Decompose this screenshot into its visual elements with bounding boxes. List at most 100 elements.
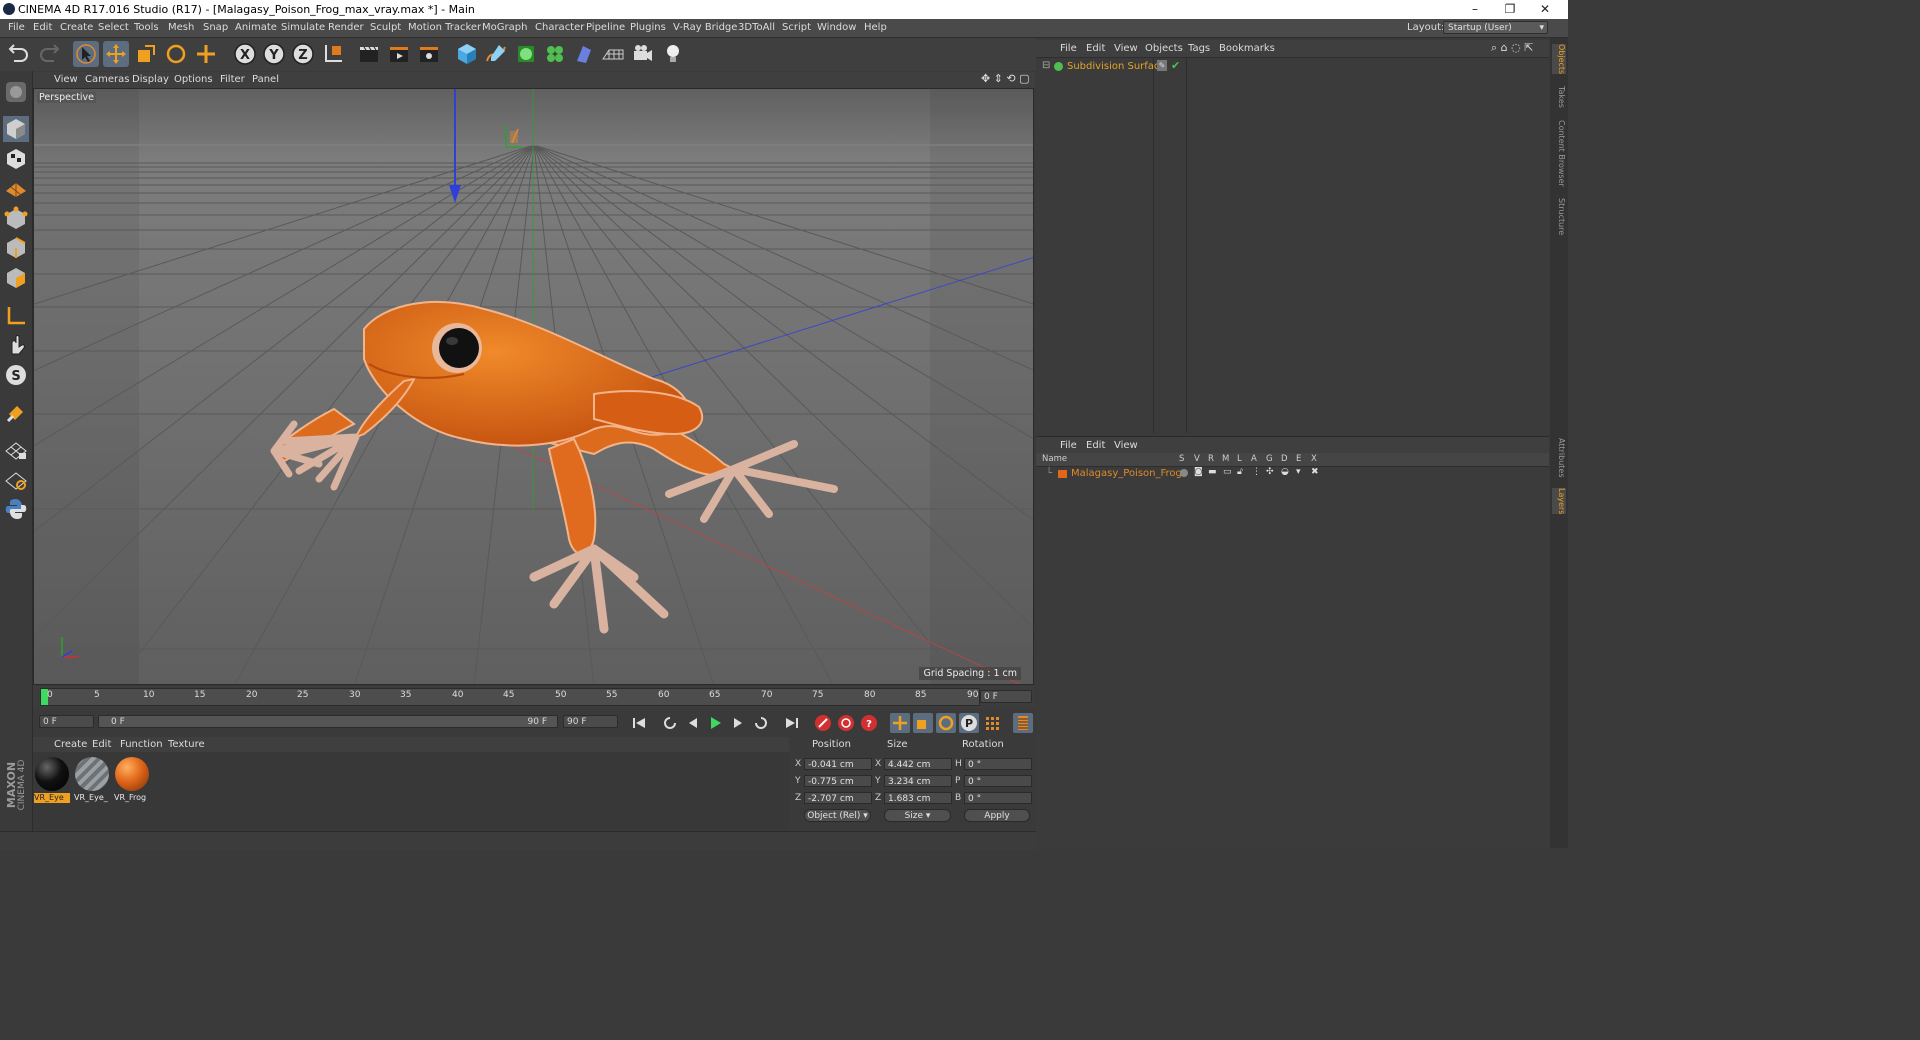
menu-character[interactable]: Character	[535, 22, 584, 33]
size-z-field[interactable]: 1.683 cm	[884, 792, 952, 804]
cloner-button[interactable]	[542, 41, 568, 67]
generator-icon[interactable]: ✣	[1266, 467, 1274, 477]
column-visible[interactable]: V	[1194, 454, 1200, 464]
subdivision-surface-button[interactable]	[513, 41, 539, 67]
column-name[interactable]: Name	[1042, 454, 1067, 464]
timeline-window-button[interactable]	[1013, 713, 1033, 733]
close-button[interactable]: ✕	[1522, 0, 1568, 19]
column-solo[interactable]: S	[1179, 454, 1184, 464]
column-xref[interactable]: X	[1311, 454, 1317, 464]
light-object-button[interactable]	[660, 41, 686, 67]
menu-script[interactable]: Script	[782, 22, 811, 33]
menu-3dtoall[interactable]: 3DToAll	[738, 22, 775, 33]
material-swatch-vr-frog[interactable]: VR_Frog	[114, 756, 150, 804]
perspective-viewport[interactable]: Perspective Grid Spacing : 1 cm	[33, 88, 1034, 685]
workplane-mode-button[interactable]	[3, 175, 29, 201]
size-mode-dropdown[interactable]: Size ▾	[884, 809, 951, 822]
column-manager[interactable]: M	[1222, 454, 1229, 464]
render-settings-button[interactable]	[416, 41, 442, 67]
viewport-menu-view[interactable]: View	[54, 74, 78, 85]
apply-button[interactable]: Apply	[964, 809, 1030, 822]
tab-takes[interactable]: Takes	[1552, 86, 1566, 108]
previous-key-button[interactable]	[660, 713, 680, 733]
menu-mograph[interactable]: MoGraph	[482, 22, 527, 33]
material-swatch-vr-eye[interactable]: VR_Eye	[34, 756, 70, 804]
material-menu-edit[interactable]: Edit	[92, 739, 111, 750]
deformer-icon[interactable]: ◒	[1281, 467, 1289, 477]
object-menu-objects[interactable]: Objects	[1145, 43, 1183, 54]
position-x-field[interactable]: -0.041 cm	[804, 758, 872, 770]
menu-simulate[interactable]: Simulate	[281, 22, 325, 33]
layer-row-malagasy-poison-frog[interactable]: └ Malagasy_Poison_Frog ◙ ▬ ▭ 🔓︎ ⋮ ✣ ◒ ▾ …	[1036, 467, 1549, 481]
edges-mode-button[interactable]	[3, 235, 29, 261]
model-mode-button[interactable]	[3, 116, 29, 142]
timeline-track[interactable]: 0 5 10 15 20 25 30 35 40 45 50 55 60 65 …	[40, 688, 980, 706]
previous-frame-button[interactable]	[683, 713, 703, 733]
menu-select[interactable]: Select	[98, 22, 129, 33]
object-menu-edit[interactable]: Edit	[1086, 43, 1105, 54]
tab-objects[interactable]: Objects	[1552, 44, 1566, 75]
current-frame-field[interactable]: 0 F	[980, 690, 1032, 703]
expand-icon[interactable]: ⊟	[1042, 60, 1050, 71]
menu-motion-tracker[interactable]: Motion Tracker	[408, 22, 481, 33]
layer-color-swatch[interactable]	[1058, 470, 1067, 478]
rotation-b-field[interactable]: 0 °	[964, 792, 1032, 804]
undo-button[interactable]	[6, 41, 32, 67]
render-picture-viewer-button[interactable]	[386, 41, 412, 67]
object-menu-file[interactable]: File	[1060, 43, 1077, 54]
layout-dropdown[interactable]: Startup (User) ▾	[1443, 21, 1548, 34]
record-active-objects-button[interactable]	[813, 713, 833, 733]
magnet-tool-button[interactable]	[3, 400, 29, 426]
tweak-mode-button[interactable]	[3, 332, 29, 358]
cube-object-button[interactable]	[454, 41, 480, 67]
next-frame-button[interactable]	[728, 713, 748, 733]
viewport-menu-display[interactable]: Display	[132, 74, 169, 85]
points-mode-button[interactable]	[3, 206, 29, 232]
live-selection-tool[interactable]	[73, 41, 99, 67]
tab-attributes[interactable]: Attributes	[1552, 438, 1566, 478]
menu-snap[interactable]: Snap	[203, 22, 228, 33]
snap-toggle-button[interactable]: S	[3, 362, 29, 388]
animation-icon[interactable]: ⋮	[1252, 467, 1261, 477]
viewport-menu-filter[interactable]: Filter	[220, 74, 245, 85]
enabled-checkmark-icon[interactable]: ✔	[1171, 59, 1180, 72]
autokeying-button[interactable]	[836, 713, 856, 733]
transform-tool[interactable]	[193, 41, 219, 67]
object-menu-bookmarks[interactable]: Bookmarks	[1219, 43, 1275, 54]
scale-tool[interactable]	[133, 41, 159, 67]
x-axis-lock[interactable]: X	[232, 41, 258, 67]
tab-layers[interactable]: Layers	[1552, 488, 1566, 515]
column-deformers[interactable]: D	[1281, 454, 1288, 464]
menu-vray-bridge[interactable]: V-Ray Bridge	[673, 22, 737, 33]
column-render[interactable]: R	[1208, 454, 1214, 464]
python-script-button[interactable]	[3, 496, 29, 522]
expression-icon[interactable]: ▾	[1296, 467, 1301, 477]
menu-edit[interactable]: Edit	[33, 22, 52, 33]
play-button[interactable]	[705, 713, 725, 733]
spline-pen-button[interactable]	[483, 41, 509, 67]
layer-menu-edit[interactable]: Edit	[1086, 440, 1105, 451]
axis-mode-button[interactable]	[3, 303, 29, 329]
camera-object-button[interactable]	[630, 41, 656, 67]
layer-menu-view[interactable]: View	[1114, 440, 1138, 451]
menu-window[interactable]: Window	[817, 22, 856, 33]
record-scale-button[interactable]	[913, 713, 933, 733]
y-axis-lock[interactable]: Y	[261, 41, 287, 67]
record-parameter-button[interactable]: P	[959, 713, 979, 733]
size-y-field[interactable]: 3.234 cm	[884, 775, 952, 787]
go-to-end-button[interactable]	[782, 713, 802, 733]
viewport-menu-panel[interactable]: Panel	[252, 74, 279, 85]
floor-object-button[interactable]	[600, 41, 626, 67]
material-menu-create[interactable]: Create	[54, 739, 87, 750]
render-clapper-icon[interactable]: ▬	[1208, 467, 1217, 477]
deformer-button[interactable]	[571, 41, 597, 67]
visible-eye-icon[interactable]: ◙	[1194, 467, 1203, 477]
z-axis-lock[interactable]: Z	[290, 41, 316, 67]
rotation-h-field[interactable]: 0 °	[964, 758, 1032, 770]
material-menu-function[interactable]: Function	[120, 739, 163, 750]
timeline-ruler[interactable]: 0 5 10 15 20 25 30 35 40 45 50 55 60 65 …	[33, 686, 1035, 708]
position-z-field[interactable]: -2.707 cm	[804, 792, 872, 804]
menu-plugins[interactable]: Plugins	[630, 22, 666, 33]
menu-file[interactable]: File	[8, 22, 25, 33]
object-manager-nav-icons[interactable]: ⌕ ⌂ ◌ ⇱	[1491, 41, 1533, 55]
